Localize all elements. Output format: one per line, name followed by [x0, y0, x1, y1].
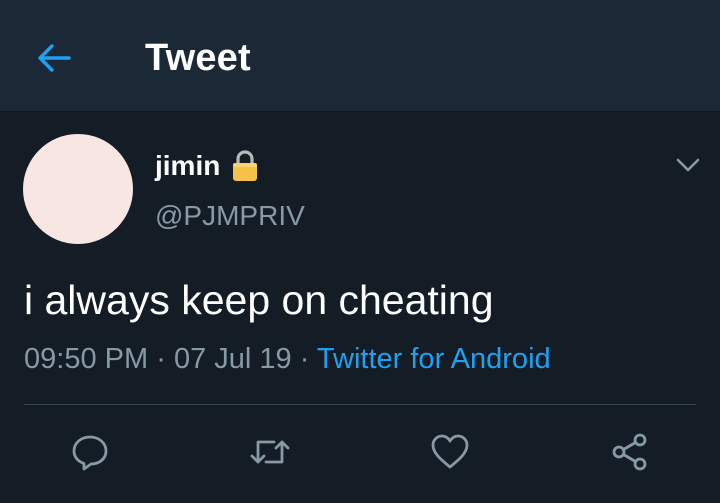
page-title: Tweet	[145, 37, 251, 79]
reply-button[interactable]	[68, 430, 112, 474]
like-button[interactable]	[428, 430, 472, 474]
tweet-menu-button[interactable]	[668, 150, 708, 180]
tweet-source-link[interactable]: Twitter for Android	[317, 343, 551, 375]
meta-separator: ·	[299, 343, 310, 375]
divider	[24, 404, 696, 405]
back-button[interactable]	[30, 36, 78, 80]
reply-icon	[72, 435, 108, 471]
app-bar: Tweet	[0, 0, 720, 112]
arrow-left-icon	[38, 44, 71, 72]
tweet-meta: 09:50 PM · 07 Jul 19 · Twitter for Andro…	[24, 339, 551, 379]
user-handle[interactable]: @PJMPRIV	[155, 196, 305, 236]
share-icon	[612, 433, 647, 471]
tweet-text: i always keep on cheating	[24, 277, 494, 323]
heart-icon	[431, 434, 469, 469]
author-name-row: jimin	[155, 146, 260, 186]
retweet-button[interactable]	[248, 430, 292, 474]
display-name[interactable]: jimin	[155, 146, 220, 186]
chevron-down-icon	[676, 158, 700, 172]
tweet-date: 07 Jul 19	[173, 343, 292, 375]
tweet-time: 09:50 PM	[24, 343, 149, 375]
retweet-icon	[250, 440, 290, 464]
avatar[interactable]	[23, 134, 133, 244]
lock-icon	[230, 149, 260, 183]
share-button[interactable]	[608, 430, 652, 474]
meta-separator: ·	[156, 343, 166, 375]
